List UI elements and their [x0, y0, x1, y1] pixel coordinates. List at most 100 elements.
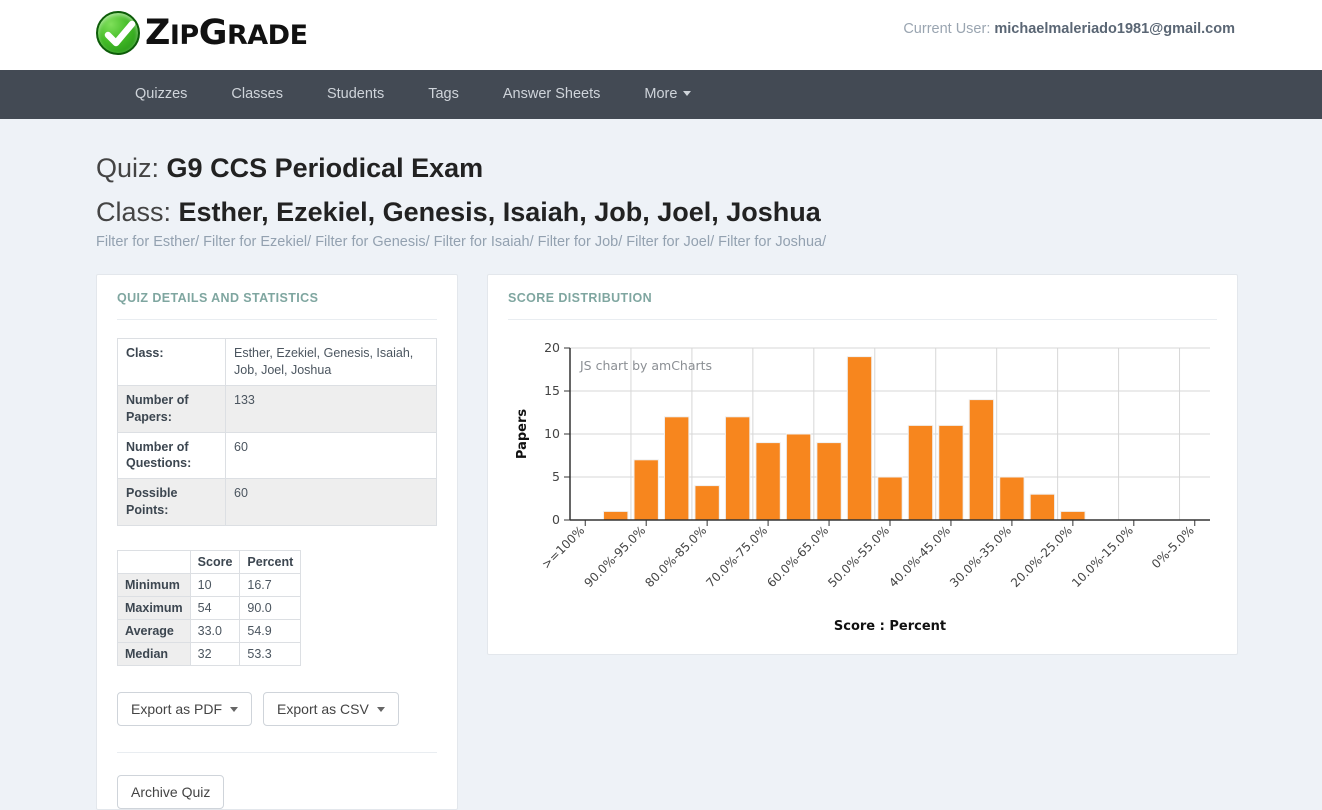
quiz-details-title: QUIZ DETAILS AND STATISTICS — [117, 291, 319, 305]
svg-text:20: 20 — [544, 340, 560, 355]
stats-score: 32 — [189, 642, 241, 666]
filter-sep: / — [529, 234, 534, 250]
chart-bar[interactable] — [999, 476, 1025, 521]
chart-bar[interactable] — [603, 510, 629, 521]
nav-item-tags[interactable]: Tags — [406, 70, 481, 119]
filter-link-esther[interactable]: Filter for Esther — [96, 234, 195, 250]
nav-item-classes[interactable]: Classes — [209, 70, 305, 119]
class-label: Class: — [96, 197, 172, 227]
svg-text:0: 0 — [552, 512, 560, 527]
table-row: Number of Papers: 133 — [117, 384, 437, 433]
table-row: Number of Questions: 60 — [117, 431, 437, 480]
filter-link-genesis[interactable]: Filter for Genesis — [315, 234, 425, 250]
chevron-down-icon — [683, 91, 692, 96]
stats-score: 33.0 — [189, 619, 241, 643]
svg-text:80.0%-85.0%: 80.0%-85.0% — [642, 523, 709, 590]
chevron-down-icon — [230, 706, 239, 712]
stats-percent: 16.7 — [239, 573, 302, 597]
archive-quiz-button[interactable]: Archive Quiz — [117, 775, 225, 809]
detail-value: 133 — [225, 384, 437, 433]
chart-bar[interactable] — [968, 399, 995, 521]
chart-bar[interactable] — [785, 433, 812, 521]
quiz-statistics-table: Score Percent Minimum 10 16.7 Maximum 54… — [117, 550, 302, 666]
chart-bar[interactable] — [846, 356, 873, 521]
nav-label: Classes — [231, 86, 283, 102]
divider — [117, 319, 437, 320]
stats-row-label: Maximum — [117, 596, 191, 620]
stats-percent: 54.9 — [239, 619, 302, 643]
chart-bar[interactable] — [938, 424, 964, 521]
quiz-name: G9 CCS Periodical Exam — [166, 153, 484, 183]
stats-row-label: Average — [117, 619, 191, 643]
chart-bar[interactable] — [1029, 493, 1056, 521]
stats-header-score: Score — [189, 550, 241, 574]
svg-text:Papers: Papers — [515, 409, 530, 459]
svg-text:15: 15 — [544, 383, 560, 398]
top-bar: ZIPGRADE Current User: michaelmaleriado1… — [0, 0, 1322, 70]
filter-link-isaiah[interactable]: Filter for Isaiah — [434, 234, 530, 250]
nav-label: More — [644, 86, 678, 102]
chart-bar[interactable] — [755, 442, 781, 521]
table-row: Class: Esther, Ezekiel, Genesis, Isaiah,… — [117, 338, 437, 386]
filter-link-joshua[interactable]: Filter for Joshua — [718, 234, 822, 250]
current-user: Current User: michaelmaleriado1981@gmail… — [903, 21, 1235, 37]
filter-sep: / — [822, 234, 827, 250]
stats-score: 10 — [189, 573, 241, 597]
svg-text:20.0%-25.0%: 20.0%-25.0% — [1008, 523, 1075, 590]
stats-row-label: Median — [117, 642, 191, 666]
chart-bar[interactable] — [724, 416, 751, 521]
divider — [117, 752, 437, 753]
filter-sep: / — [618, 234, 623, 250]
content-columns: QUIZ DETAILS AND STATISTICS Class: Esthe… — [96, 274, 1238, 810]
filter-link-joel[interactable]: Filter for Joel — [626, 234, 710, 250]
nav-label: Students — [326, 86, 385, 102]
svg-text:40.0%-45.0%: 40.0%-45.0% — [886, 523, 953, 590]
table-header-row: Score Percent — [117, 550, 302, 574]
score-distribution-chart[interactable]: 0 5 10 15 20 >=100% 90.0%-95.0% 80.0%-85.0% 70.0… — [508, 338, 1218, 638]
filter-sep: / — [425, 234, 430, 250]
nav-item-more[interactable]: More — [622, 70, 713, 119]
export-csv-button[interactable]: Export as CSV — [263, 692, 399, 726]
svg-text:>=100%: >=100% — [539, 523, 587, 571]
nav-item-answer-sheets[interactable]: Answer Sheets — [481, 70, 623, 119]
svg-text:90.0%-95.0%: 90.0%-95.0% — [581, 523, 648, 590]
svg-text:JS chart by amCharts: JS chart by amCharts — [579, 358, 712, 373]
quiz-label: Quiz: — [96, 153, 160, 183]
score-distribution-card: SCORE DISTRIBUTION 0 5 10 15 20 >=100% 90.0%-9… — [487, 274, 1238, 655]
filter-links: Filter for Esther / Filter for Ezekiel / F… — [96, 234, 1226, 250]
svg-text:10.0%-15.0%: 10.0%-15.0% — [1069, 523, 1136, 590]
export-pdf-button[interactable]: Export as PDF — [117, 692, 253, 726]
chart-bar[interactable] — [816, 442, 842, 521]
class-heading: Class: Esther, Ezekiel, Genesis, Isaiah,… — [96, 197, 1226, 228]
table-row: Possible Points: 60 — [117, 478, 437, 526]
score-distribution-title: SCORE DISTRIBUTION — [508, 291, 653, 305]
quiz-details-table: Class: Esther, Ezekiel, Genesis, Isaiah,… — [117, 338, 437, 526]
stats-row-label: Minimum — [117, 573, 191, 597]
chart-bar[interactable] — [907, 424, 934, 521]
detail-value: 60 — [225, 431, 437, 480]
chart-bar[interactable] — [663, 416, 690, 521]
chart-bar[interactable] — [877, 476, 903, 521]
nav-item-students[interactable]: Students — [305, 70, 406, 119]
zipgrade-logo[interactable]: ZIPGRADE — [96, 11, 308, 55]
detail-key: Number of Papers: — [117, 384, 226, 433]
logo-rade: RADE — [226, 19, 308, 51]
quiz-heading: Quiz: G9 CCS Periodical Exam — [96, 153, 1226, 184]
page-content: Quiz: G9 CCS Periodical Exam Class: Esth… — [0, 153, 1322, 810]
svg-text:60.0%-65.0%: 60.0%-65.0% — [764, 523, 831, 590]
current-user-label: Current User: — [903, 21, 991, 37]
table-row: Maximum 54 90.0 — [117, 596, 302, 620]
export-pdf-label: Export as PDF — [131, 701, 223, 717]
chart-bar[interactable] — [694, 485, 720, 521]
filter-link-job[interactable]: Filter for Job — [538, 234, 619, 250]
detail-key: Class: — [117, 338, 226, 386]
export-button-row: Export as PDF Export as CSV — [117, 692, 437, 726]
logo-g: G — [198, 12, 228, 53]
chart-bar[interactable] — [633, 459, 659, 521]
class-name: Esther, Ezekiel, Genesis, Isaiah, Job, J… — [178, 197, 821, 227]
filter-link-ezekiel[interactable]: Filter for Ezekiel — [203, 234, 307, 250]
nav-item-quizzes[interactable]: Quizzes — [113, 70, 209, 119]
svg-text:70.0%-75.0%: 70.0%-75.0% — [703, 523, 770, 590]
table-row: Average 33.0 54.9 — [117, 619, 302, 643]
chart-bar[interactable] — [1060, 510, 1086, 521]
